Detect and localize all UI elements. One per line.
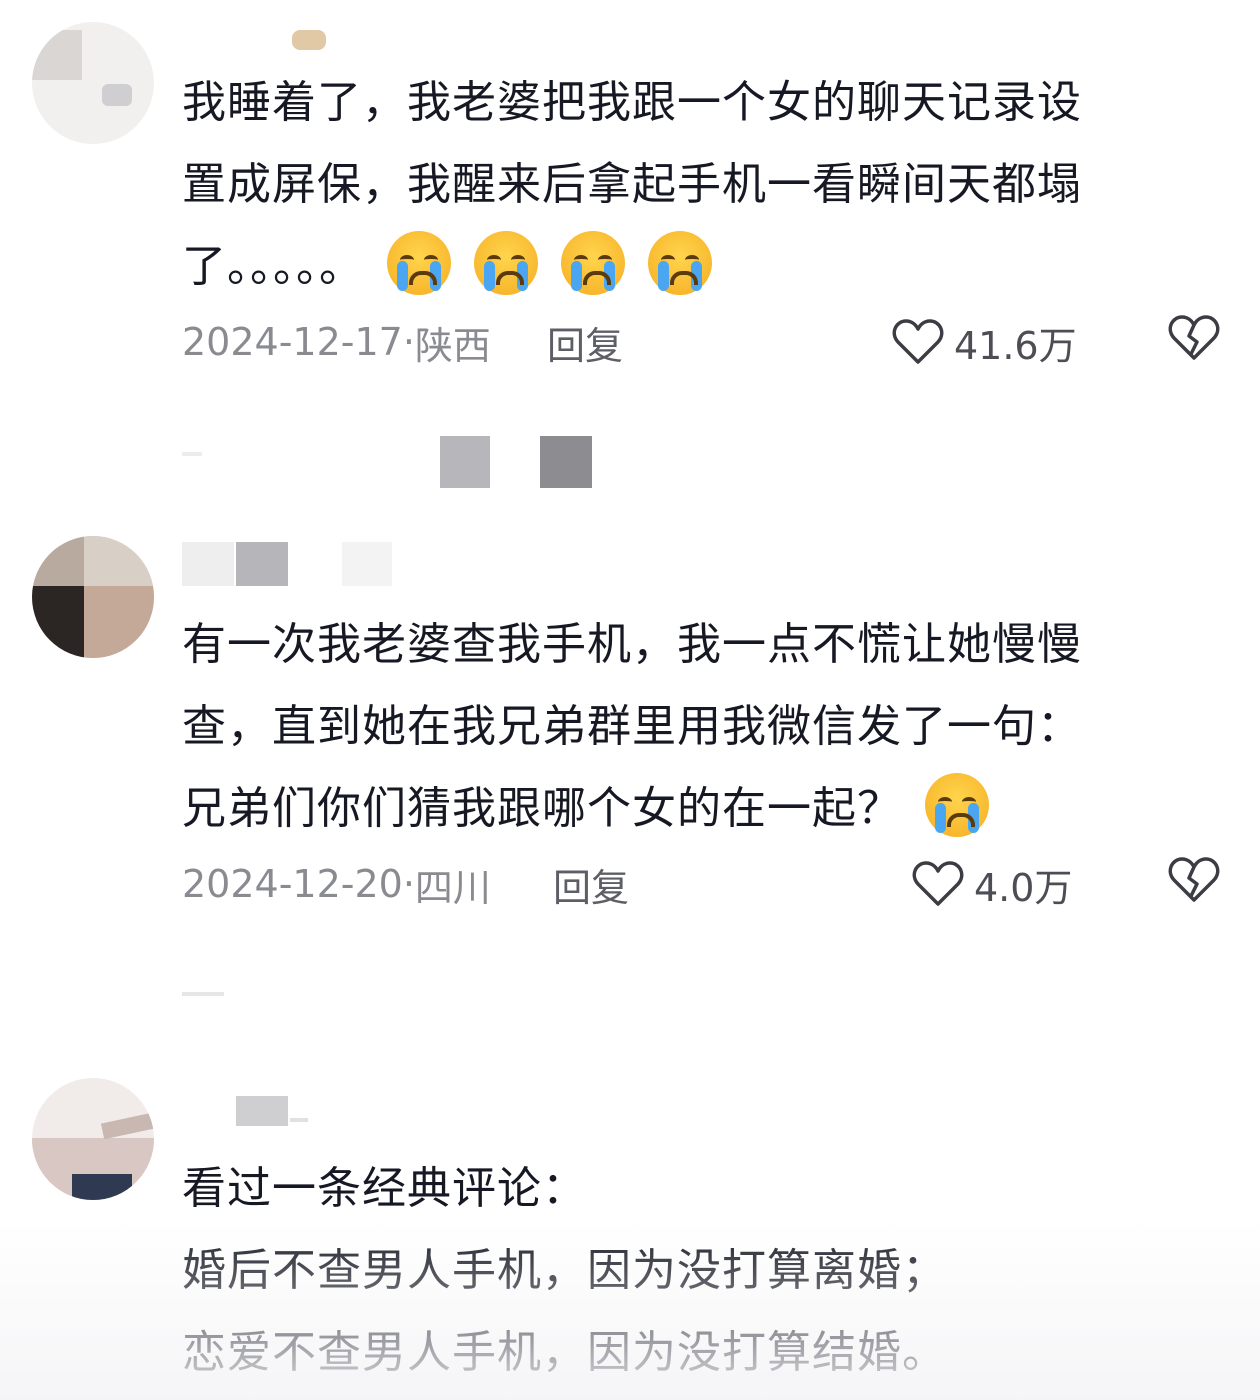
comment-line: 置成屏保，我醒来后拿起手机一看瞬间天都塌 xyxy=(182,159,1082,210)
comment-line: 兄弟们你们猜我跟哪个女的在一起？ xyxy=(182,768,1192,850)
comment-text: 有一次我老婆查我手机，我一点不慌让她慢慢 查，直到她在我兄弟群里用我微信发了一句… xyxy=(182,604,1192,850)
like-count: 4.0万 xyxy=(974,865,1073,910)
like-count: 41.6万 xyxy=(954,323,1077,368)
comment-line: 看过一条经典评论： xyxy=(182,1163,587,1214)
crying-emoji-icon xyxy=(561,231,625,295)
avatar[interactable] xyxy=(32,22,154,144)
heart-outline-icon xyxy=(912,861,964,906)
comment-date: 2024-12-17· xyxy=(182,320,415,364)
comment-location: 四川 xyxy=(414,865,491,910)
avatar[interactable] xyxy=(32,1078,154,1200)
username[interactable] xyxy=(182,540,402,592)
comment-line-text: 了。。。。。 xyxy=(182,241,364,292)
comment-line: 查，直到她在我兄弟群里用我微信发了一句： xyxy=(182,701,1082,752)
username[interactable] xyxy=(182,1092,342,1144)
comment-line: 了。。。。。 xyxy=(182,226,1192,308)
avatar[interactable] xyxy=(32,536,154,658)
crying-emoji-icon xyxy=(474,231,538,295)
comment-line: 我睡着了，我老婆把我跟一个女的聊天记录设 xyxy=(182,77,1082,128)
comment-text: 看过一条经典评论： 婚后不查男人手机，因为没打算离婚； 恋爱不查男人手机，因为没… xyxy=(182,1148,1192,1394)
heart-outline-icon xyxy=(892,319,944,364)
dislike-button[interactable] xyxy=(1168,314,1220,371)
comment-line: 有一次我老婆查我手机，我一点不慌让她慢慢 xyxy=(182,619,1082,670)
blurred-content xyxy=(0,430,1260,500)
crying-emoji-icon xyxy=(925,773,989,837)
dislike-button[interactable] xyxy=(1168,856,1220,913)
reply-button[interactable]: 回复 xyxy=(547,315,623,370)
comment-meta: 2024-12-20· 四川 回复 4.0万 xyxy=(182,854,1220,914)
like-button[interactable]: 4.0万 xyxy=(912,857,1072,912)
comment-line: 婚后不查男人手机，因为没打算离婚； xyxy=(182,1245,947,1296)
crying-emoji-icon xyxy=(648,231,712,295)
comment-date: 2024-12-20· xyxy=(182,862,415,906)
comment-meta: 2024-12-17· 陕西 回复 41.6万 xyxy=(182,312,1220,372)
like-button[interactable]: 41.6万 xyxy=(892,315,1077,370)
blurred-content xyxy=(182,992,224,996)
comment-location: 陕西 xyxy=(414,323,491,368)
broken-heart-icon xyxy=(1168,856,1220,902)
crying-emoji-icon xyxy=(387,231,451,295)
comment-text: 我睡着了，我老婆把我跟一个女的聊天记录设 置成屏保，我醒来后拿起手机一看瞬间天都… xyxy=(182,62,1192,308)
broken-heart-icon xyxy=(1168,314,1220,360)
comment-line-text: 兄弟们你们猜我跟哪个女的在一起？ xyxy=(182,783,902,834)
reply-button[interactable]: 回复 xyxy=(553,857,629,912)
comment-line: 恋爱不查男人手机，因为没打算结婚。 xyxy=(182,1327,947,1378)
